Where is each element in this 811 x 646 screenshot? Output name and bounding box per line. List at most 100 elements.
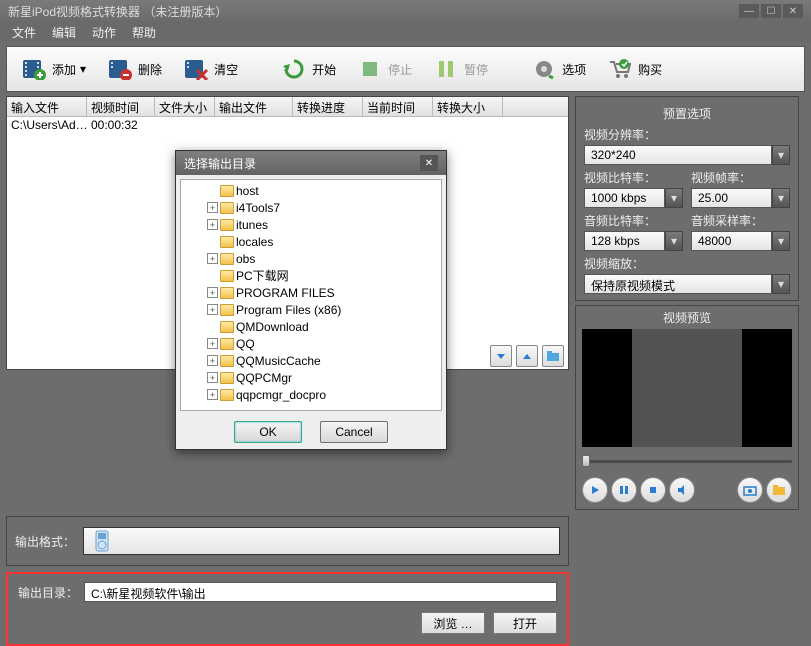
column-header[interactable]: 视频时间	[87, 97, 155, 116]
fps-select[interactable]: 25.00▾	[691, 188, 790, 208]
browse-button[interactable]: 浏览 …	[421, 612, 485, 634]
output-dir-panel: 输出目录： C:\新星视频软件\输出 浏览 … 打开	[6, 572, 569, 646]
abitrate-select[interactable]: 128 kbps▾	[584, 231, 683, 251]
ipod-icon	[90, 530, 116, 552]
column-header[interactable]: 转换进度	[293, 97, 363, 116]
tree-node[interactable]: QMDownload	[183, 318, 439, 335]
film-clear-icon	[182, 57, 210, 81]
resolution-label: 视频分辨率：	[584, 126, 790, 143]
folder-icon	[220, 185, 234, 197]
expand-icon[interactable]: +	[207, 253, 218, 264]
tree-node[interactable]: locales	[183, 233, 439, 250]
output-format-label: 输出格式：	[15, 533, 75, 550]
options-button[interactable]: 选项	[521, 51, 595, 87]
tree-label: QQPCMgr	[236, 371, 292, 385]
output-dir-label: 输出目录：	[18, 584, 78, 601]
tree-node[interactable]: + QQPCMgr	[183, 369, 439, 386]
column-header[interactable]: 文件大小	[155, 97, 215, 116]
add-button[interactable]: 添加▾	[11, 51, 95, 87]
chevron-down-icon[interactable]: ▾	[665, 231, 683, 251]
pause-button[interactable]	[611, 477, 637, 503]
menu-help[interactable]: 帮助	[126, 22, 162, 43]
folder-button[interactable]	[542, 345, 564, 367]
column-header[interactable]: 转换大小	[433, 97, 503, 116]
chevron-down-icon[interactable]: ▾	[772, 188, 790, 208]
close-button[interactable]: ✕	[783, 4, 803, 18]
dialog-ok-button[interactable]: OK	[234, 421, 302, 443]
resolution-select[interactable]: 320*240▾	[584, 145, 790, 165]
dialog-titlebar[interactable]: 选择输出目录 ✕	[176, 151, 446, 175]
vbitrate-label: 视频比特率：	[584, 169, 683, 186]
asample-label: 音频采样率：	[691, 212, 790, 229]
menubar: 文件 编辑 动作 帮助	[0, 22, 811, 42]
start-button[interactable]: 开始	[271, 51, 345, 87]
move-down-button[interactable]	[490, 345, 512, 367]
tree-node[interactable]: +i4Tools7	[183, 199, 439, 216]
chevron-down-icon[interactable]: ▾	[772, 274, 790, 294]
open-folder-button[interactable]	[766, 477, 792, 503]
folder-icon	[220, 219, 234, 231]
vbitrate-select[interactable]: 1000 kbps▾	[584, 188, 683, 208]
column-header[interactable]: 当前时间	[363, 97, 433, 116]
app-title: 新星iPod视频格式转换器 （未注册版本）	[8, 3, 227, 20]
chevron-down-icon: ▾	[547, 534, 553, 548]
output-dir-field[interactable]: C:\新星视频软件\输出	[84, 582, 557, 602]
chevron-down-icon[interactable]: ▾	[665, 188, 683, 208]
expand-icon[interactable]: +	[207, 304, 218, 315]
delete-button[interactable]: 删除	[97, 51, 171, 87]
expand-icon[interactable]: +	[207, 355, 218, 366]
tree-node[interactable]: +PROGRAM FILES	[183, 284, 439, 301]
tree-node[interactable]: +QQ	[183, 335, 439, 352]
expand-icon[interactable]: +	[207, 202, 218, 213]
tree-node[interactable]: +qqpcmgr_docpro	[183, 386, 439, 403]
folder-icon	[220, 236, 234, 248]
expand-icon[interactable]: +	[207, 338, 218, 349]
table-row[interactable]: C:\Users\Ad…00:00:32	[7, 117, 568, 135]
output-format-select[interactable]: iPod视 ap4） ▾	[83, 527, 560, 555]
expand-icon[interactable]: +	[207, 372, 218, 383]
column-header[interactable]: 输出文件	[215, 97, 293, 116]
buy-label: 购买	[638, 61, 662, 78]
preview-slider[interactable]	[582, 451, 792, 471]
tree-node[interactable]: host	[183, 182, 439, 199]
clear-button[interactable]: 清空	[173, 51, 247, 87]
buy-button[interactable]: 购买	[597, 51, 671, 87]
open-button[interactable]: 打开	[493, 612, 557, 634]
film-delete-icon	[106, 57, 134, 81]
pause-icon	[432, 57, 460, 81]
tree-node[interactable]: PC下载网	[183, 267, 439, 284]
menu-action[interactable]: 动作	[86, 22, 122, 43]
volume-button[interactable]	[669, 477, 695, 503]
minimize-button[interactable]: —	[739, 4, 759, 18]
dialog-title: 选择输出目录	[184, 155, 256, 172]
expand-icon[interactable]: +	[207, 287, 218, 298]
tree-node[interactable]: +QQMusicCache	[183, 352, 439, 369]
folder-icon	[220, 202, 234, 214]
play-button[interactable]	[582, 477, 608, 503]
pause-button[interactable]: 暂停	[423, 51, 497, 87]
tree-node[interactable]: + obs	[183, 250, 439, 267]
chevron-down-icon[interactable]: ▾	[772, 231, 790, 251]
menu-file[interactable]: 文件	[6, 22, 42, 43]
asample-select[interactable]: 48000▾	[691, 231, 790, 251]
format-value-prefix: iPod视	[122, 533, 158, 550]
stop-button[interactable]	[640, 477, 666, 503]
dialog-close-button[interactable]: ✕	[420, 155, 438, 171]
stop-button[interactable]: 停止	[347, 51, 421, 87]
tree-label: obs	[236, 252, 255, 266]
snapshot-button[interactable]	[737, 477, 763, 503]
folder-tree[interactable]: host+i4Tools7+ituneslocales + obsPC下载网+PRO…	[180, 179, 442, 411]
move-up-button[interactable]	[516, 345, 538, 367]
menu-edit[interactable]: 编辑	[46, 22, 82, 43]
dialog-cancel-button[interactable]: Cancel	[320, 421, 388, 443]
tree-node[interactable]: +itunes	[183, 216, 439, 233]
chevron-down-icon[interactable]: ▾	[772, 145, 790, 165]
column-header[interactable]: 输入文件	[7, 97, 87, 116]
titlebar: 新星iPod视频格式转换器 （未注册版本） — ☐ ✕	[0, 0, 811, 22]
maximize-button[interactable]: ☐	[761, 4, 781, 18]
zoom-label: 视频缩放：	[584, 255, 790, 272]
zoom-select[interactable]: 保持原视频模式▾	[584, 274, 790, 294]
expand-icon[interactable]: +	[207, 389, 218, 400]
expand-icon[interactable]: +	[207, 219, 218, 230]
tree-node[interactable]: +Program Files (x86)	[183, 301, 439, 318]
